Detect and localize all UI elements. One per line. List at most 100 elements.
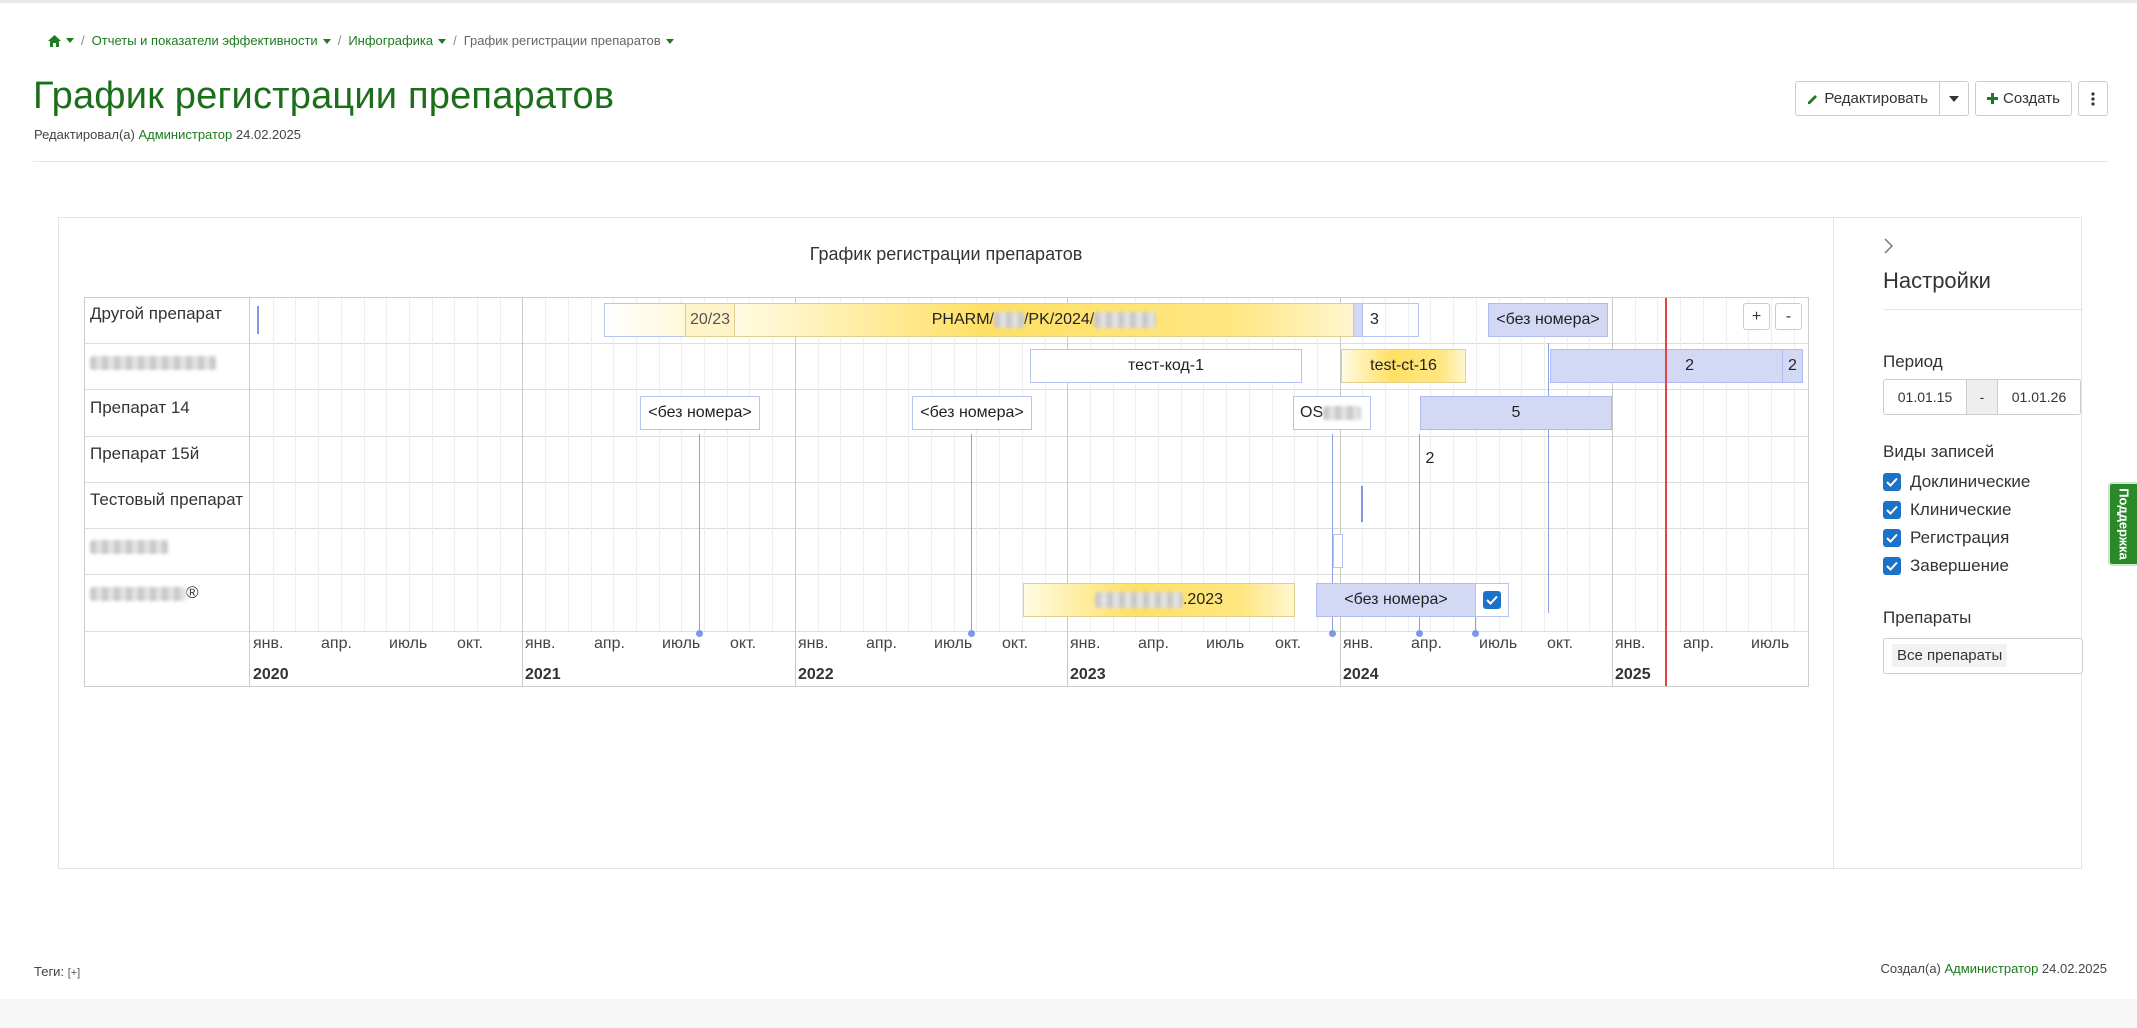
- zoom-out-button[interactable]: -: [1775, 303, 1802, 330]
- event-marker[interactable]: [1361, 486, 1363, 522]
- month-gridline: [908, 298, 909, 631]
- event-marker[interactable]: [257, 306, 259, 334]
- month-tick-label: июль: [1206, 635, 1245, 652]
- month-gridline: [1544, 298, 1545, 631]
- month-gridline: [886, 298, 887, 631]
- checkbox-clinical[interactable]: Клинические: [1883, 500, 2011, 520]
- breadcrumb-link[interactable]: Отчеты и показатели эффективности: [92, 33, 318, 48]
- month-gridline: [1521, 298, 1522, 631]
- gantt-bar[interactable]: <без номера>: [640, 396, 760, 430]
- row-label: Тестовый препарат: [90, 490, 243, 509]
- month-gridline: [1703, 298, 1704, 631]
- gantt-bar[interactable]: 2: [1782, 349, 1803, 383]
- more-button[interactable]: [2078, 81, 2108, 116]
- gantt-bar[interactable]: test-ct-16: [1341, 349, 1466, 383]
- month-tick-label: апр.: [866, 635, 897, 652]
- month-gridline: [1385, 298, 1386, 631]
- month-gridline: [659, 298, 660, 631]
- chevron-down-icon: [438, 39, 447, 45]
- edit-dropdown-button[interactable]: [1939, 81, 1969, 116]
- month-gridline: [954, 298, 955, 631]
- month-tick-label: июль: [1479, 635, 1518, 652]
- checkbox-label: Регистрация: [1910, 528, 2010, 547]
- checkbox-label: Клинические: [1910, 500, 2012, 519]
- drugs-select[interactable]: Все препараты: [1883, 638, 2083, 674]
- tags-label: Теги:: [34, 964, 65, 979]
- checkbox-completion[interactable]: Завершение: [1883, 556, 2009, 576]
- record-types-label: Виды записей: [1883, 442, 1995, 461]
- month-gridline: [1158, 298, 1159, 631]
- row-divider: [85, 631, 1808, 632]
- month-gridline: [1294, 298, 1295, 631]
- gantt-bar[interactable]: 3: [1353, 303, 1419, 337]
- period-from-input[interactable]: 01.01.15: [1883, 379, 1967, 415]
- period-to-input[interactable]: 01.01.26: [1997, 379, 2081, 415]
- edit-button[interactable]: Редактировать: [1795, 81, 1940, 116]
- breadcrumb-current[interactable]: График регистрации препаратов: [464, 33, 674, 48]
- bar-label: тест-код-1: [1128, 357, 1204, 374]
- month-gridline: [772, 298, 773, 631]
- month-gridline: [409, 298, 410, 631]
- completion-marker[interactable]: [1475, 583, 1509, 617]
- gantt-bar[interactable]: <без номера>: [1316, 583, 1476, 617]
- create-button[interactable]: Создать: [1974, 81, 2072, 116]
- month-gridline: [704, 298, 705, 631]
- gantt-bar[interactable]: OS: [1293, 396, 1371, 430]
- check-icon: [1883, 557, 1901, 575]
- month-tick-label: апр.: [1683, 635, 1714, 652]
- month-gridline: [863, 298, 864, 631]
- chart-title: График регистрации препаратов: [809, 244, 1083, 264]
- checkbox-registration[interactable]: Регистрация: [1883, 528, 2009, 548]
- checkbox-preclinical[interactable]: Доклинические: [1883, 472, 2030, 492]
- breadcrumb-item-reports[interactable]: Отчеты и показатели эффективности: [92, 33, 331, 48]
- gantt-bar[interactable]: <без номера>: [1488, 303, 1608, 337]
- breadcrumb-item-infographics[interactable]: Инфографика: [348, 33, 447, 48]
- month-tick-label: окт.: [1275, 635, 1302, 652]
- chevron-down-icon: [66, 38, 74, 43]
- bar-label: 5: [1511, 404, 1521, 421]
- edited-user-link[interactable]: Администратор: [138, 127, 232, 142]
- created-user-link[interactable]: Администратор: [1945, 961, 2039, 976]
- gantt-bar[interactable]: [604, 303, 686, 337]
- month-gridline: [1045, 298, 1046, 631]
- connector-line: [971, 434, 972, 634]
- gantt-bar[interactable]: .2023: [1023, 583, 1295, 617]
- month-gridline: [1090, 298, 1091, 631]
- month-gridline: [568, 298, 569, 631]
- chevron-right-icon[interactable]: [1883, 234, 1894, 260]
- breadcrumb-link[interactable]: Инфографика: [348, 33, 433, 48]
- year-tick-label: 2022: [798, 666, 834, 683]
- gantt-bar[interactable]: 20/23: [685, 303, 735, 337]
- gantt-bar[interactable]: 5: [1420, 396, 1612, 430]
- zoom-in-button[interactable]: +: [1743, 303, 1770, 330]
- gantt-bar[interactable]: 2: [1420, 442, 1440, 476]
- add-tag-button[interactable]: [+]: [68, 967, 81, 979]
- breadcrumb-home[interactable]: [48, 34, 74, 47]
- month-gridline: [1680, 298, 1681, 631]
- gantt-bar[interactable]: [1333, 534, 1343, 568]
- row-divider: [85, 574, 1808, 575]
- gantt-bar[interactable]: тест-код-1: [1030, 349, 1302, 383]
- page-title: График регистрации препаратов: [33, 75, 615, 117]
- gantt-chart: Другой препарат Препарат 14 Препарат 15й…: [84, 297, 1809, 687]
- bar-label: test-ct-16: [1370, 357, 1437, 374]
- row-label-blurred: [85, 352, 249, 372]
- support-tab[interactable]: Поддержка: [2108, 482, 2137, 566]
- gantt-bar[interactable]: PHARM/ /PK/2024/: [734, 303, 1354, 337]
- month-gridline: [999, 298, 1000, 631]
- edited-info: Редактировал(а) Администратор 24.02.2025: [34, 127, 301, 142]
- breadcrumb-separator: /: [453, 33, 457, 48]
- month-gridline: [1226, 298, 1227, 631]
- gantt-bar[interactable]: <без номера>: [912, 396, 1032, 430]
- row-label-text: ®: [186, 583, 199, 602]
- bar-label: <без номера>: [1496, 311, 1600, 328]
- bar-label: 2: [1685, 357, 1694, 374]
- month-tick-label: янв.: [525, 635, 556, 652]
- month-tick-label: июль: [1751, 635, 1790, 652]
- row-divider: [85, 343, 1808, 344]
- month-gridline: [1272, 298, 1273, 631]
- check-icon: [1883, 473, 1901, 491]
- tags: Теги: [+]: [34, 964, 80, 979]
- month-gridline: [681, 298, 682, 631]
- month-tick-label: апр.: [594, 635, 625, 652]
